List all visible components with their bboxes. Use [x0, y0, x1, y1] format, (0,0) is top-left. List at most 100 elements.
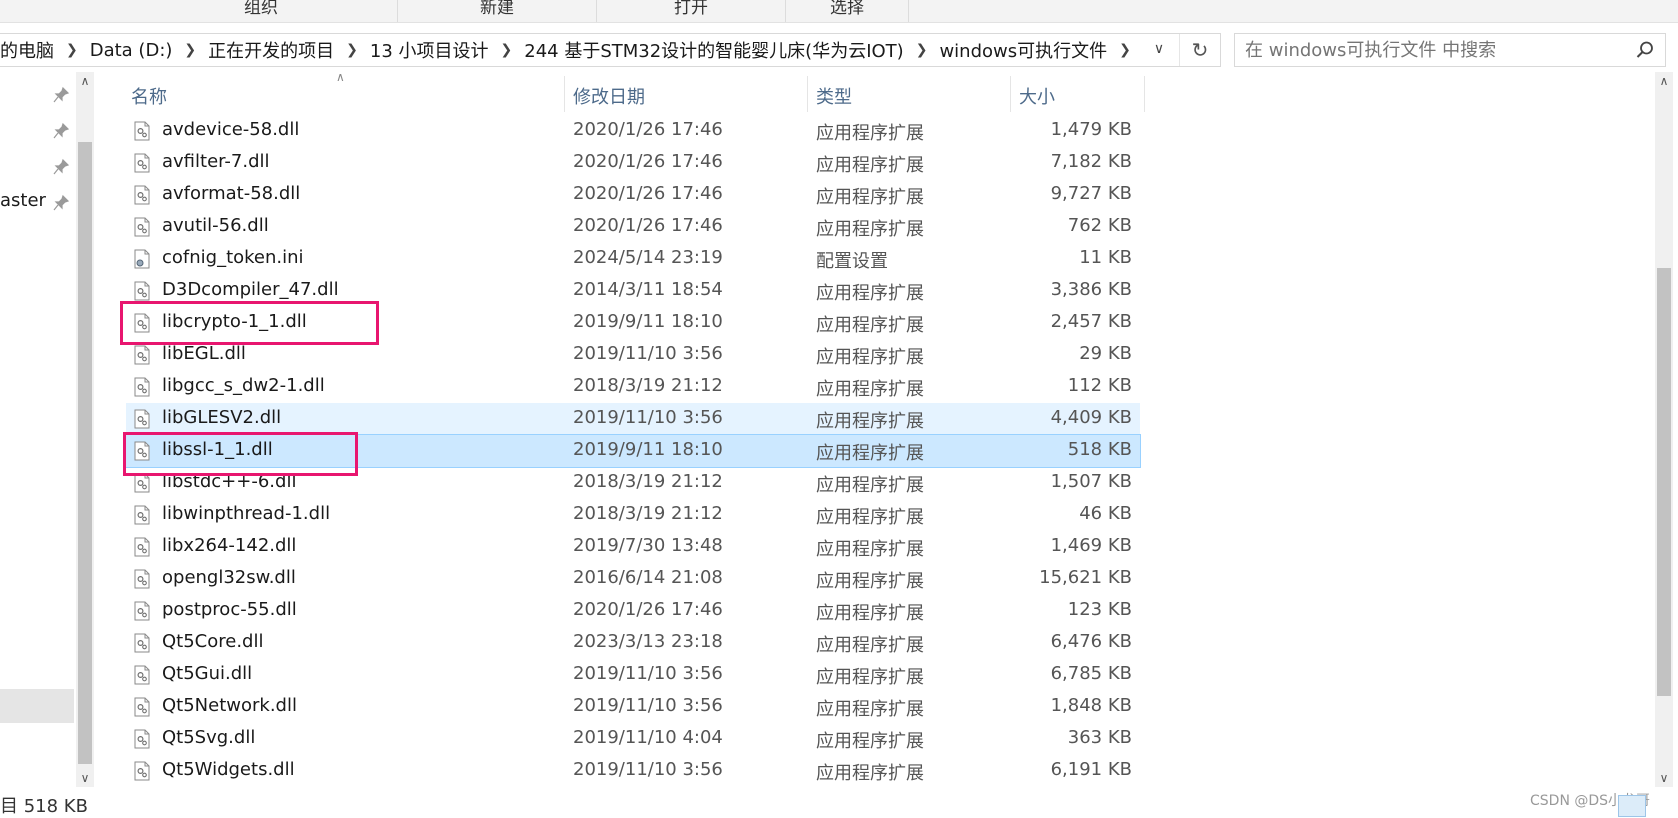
- column-divider[interactable]: [564, 76, 565, 112]
- file-row[interactable]: avdevice-58.dll 2020/1/26 17:46 应用程序扩展 1,47…: [126, 115, 1140, 147]
- breadcrumb-item[interactable]: 的电脑: [0, 37, 54, 63]
- file-type: 应用程序扩展: [816, 123, 924, 144]
- file-type: 应用程序扩展: [816, 475, 924, 496]
- search-icon[interactable]: [1635, 40, 1655, 60]
- dll-file-icon: [134, 665, 150, 685]
- file-row[interactable]: Qt5Widgets.dll 2019/11/10 3:56 应用程序扩展 6,191…: [126, 755, 1140, 787]
- file-row[interactable]: avformat-58.dll 2020/1/26 17:46 应用程序扩展 9,72…: [126, 179, 1140, 211]
- file-row[interactable]: cofnig_token.ini 2024/5/14 23:19 配置设置 11 KB: [126, 243, 1140, 275]
- column-header-date[interactable]: 修改日期: [573, 80, 645, 112]
- file-name: avdevice-58.dll: [162, 119, 300, 140]
- chevron-down-icon[interactable]: ∨: [1150, 40, 1168, 58]
- file-date: 2020/1/26 17:46: [573, 151, 723, 172]
- file-size: 112 KB: [1067, 375, 1132, 396]
- pin-icon[interactable]: [52, 86, 70, 104]
- scrollbar-thumb[interactable]: [78, 142, 92, 764]
- file-date: 2019/11/10 3:56: [573, 695, 723, 716]
- scroll-down-icon[interactable]: ∨: [76, 769, 94, 787]
- file-row[interactable]: libGLESV2.dll 2019/11/10 3:56 应用程序扩展 4,409 …: [126, 403, 1140, 435]
- file-size: 123 KB: [1067, 599, 1132, 620]
- column-divider[interactable]: [1010, 76, 1011, 112]
- dll-file-icon: [134, 217, 150, 237]
- column-header-label: 类型: [816, 87, 852, 108]
- breadcrumb-item[interactable]: Data (D:): [90, 40, 173, 61]
- ribbon-group-select[interactable]: 选择: [786, 0, 909, 22]
- pin-icon[interactable]: [52, 158, 70, 176]
- file-size: 46 KB: [1079, 503, 1132, 524]
- ribbon-group-open[interactable]: 打开: [597, 0, 786, 22]
- file-row[interactable]: postproc-55.dll 2020/1/26 17:46 应用程序扩展 123 …: [126, 595, 1140, 627]
- file-size: 15,621 KB: [1039, 567, 1132, 588]
- file-row[interactable]: libx264-142.dll 2019/7/30 13:48 应用程序扩展 1,46…: [126, 531, 1140, 563]
- breadcrumb-item[interactable]: 正在开发的项目: [208, 37, 334, 63]
- dll-file-icon: [134, 537, 150, 557]
- file-size: 6,476 KB: [1050, 631, 1132, 652]
- chevron-right-icon[interactable]: ❯: [501, 42, 513, 58]
- file-date: 2020/1/26 17:46: [573, 183, 723, 204]
- file-type: 应用程序扩展: [816, 219, 924, 240]
- file-row[interactable]: avfilter-7.dll 2020/1/26 17:46 应用程序扩展 7,182…: [126, 147, 1140, 179]
- chevron-right-icon[interactable]: ❯: [1119, 42, 1131, 58]
- pin-icon[interactable]: [52, 122, 70, 140]
- file-row[interactable]: Qt5Svg.dll 2019/11/10 4:04 应用程序扩展 363 KB: [126, 723, 1140, 755]
- chevron-right-icon[interactable]: ❯: [184, 42, 196, 58]
- file-name: libwinpthread-1.dll: [162, 503, 331, 524]
- status-selected-size: 目 518 KB: [0, 796, 88, 817]
- chevron-right-icon[interactable]: ❯: [66, 42, 78, 58]
- file-row[interactable]: Qt5Gui.dll 2019/11/10 3:56 应用程序扩展 6,785 KB: [126, 659, 1140, 691]
- column-divider[interactable]: [1144, 76, 1145, 112]
- file-date: 2024/5/14 23:19: [573, 247, 723, 268]
- file-type: 应用程序扩展: [816, 699, 924, 720]
- column-header-type[interactable]: 类型: [816, 80, 852, 112]
- search-box[interactable]: [1234, 33, 1666, 67]
- file-row[interactable]: libwinpthread-1.dll 2018/3/19 21:12 应用程序扩展…: [126, 499, 1140, 531]
- scroll-up-icon[interactable]: ∧: [76, 72, 94, 90]
- breadcrumb-item[interactable]: 13 小项目设计: [370, 37, 489, 63]
- dll-file-icon: [134, 185, 150, 205]
- file-row[interactable]: avutil-56.dll 2020/1/26 17:46 应用程序扩展 762 KB: [126, 211, 1140, 243]
- file-date: 2014/3/11 18:54: [573, 279, 723, 300]
- nav-selected-item[interactable]: [0, 689, 74, 723]
- file-size: 6,785 KB: [1050, 663, 1132, 684]
- file-row[interactable]: Qt5Network.dll 2019/11/10 3:56 应用程序扩展 1,848…: [126, 691, 1140, 723]
- column-header-label: 大小: [1019, 87, 1055, 108]
- nav-item-label[interactable]: aster: [0, 190, 46, 211]
- ribbon-group-new[interactable]: 新建: [398, 0, 597, 22]
- scroll-up-icon[interactable]: ∧: [1655, 72, 1673, 90]
- file-date: 2023/3/13 23:18: [573, 631, 723, 652]
- file-type: 应用程序扩展: [816, 443, 924, 464]
- address-bar[interactable]: 的电脑 ❯ Data (D:) ❯ 正在开发的项目 ❯ 13 小项目设计 ❯ 2…: [0, 33, 1221, 67]
- file-name: D3Dcompiler_47.dll: [162, 279, 339, 300]
- file-row[interactable]: opengl32sw.dll 2016/6/14 21:08 应用程序扩展 15,62…: [126, 563, 1140, 595]
- refresh-button[interactable]: ↻: [1179, 34, 1220, 66]
- ribbon-group-organize[interactable]: 组织: [125, 0, 398, 22]
- column-divider[interactable]: [807, 76, 808, 112]
- file-date: 2016/6/14 21:08: [573, 567, 723, 588]
- dll-file-icon: [134, 345, 150, 365]
- file-size: 363 KB: [1067, 727, 1132, 748]
- dll-file-icon: [134, 697, 150, 717]
- file-row[interactable]: libgcc_s_dw2-1.dll 2018/3/19 21:12 应用程序扩展 1…: [126, 371, 1140, 403]
- breadcrumb-item[interactable]: 244 基于STM32设计的智能婴儿床(华为云IOT): [524, 37, 903, 63]
- scrollbar-thumb[interactable]: [1657, 268, 1671, 696]
- scroll-down-icon[interactable]: ∨: [1655, 769, 1673, 787]
- file-list-scrollbar[interactable]: ∧ ∨: [1655, 72, 1673, 787]
- pin-icon[interactable]: [52, 194, 70, 212]
- file-size: 11 KB: [1079, 247, 1132, 268]
- file-date: 2019/11/10 3:56: [573, 663, 723, 684]
- file-date: 2019/7/30 13:48: [573, 535, 723, 556]
- file-name: opengl32sw.dll: [162, 567, 296, 588]
- details-view-button[interactable]: [1618, 795, 1646, 817]
- file-size: 1,469 KB: [1050, 535, 1132, 556]
- file-type: 应用程序扩展: [816, 635, 924, 656]
- search-input[interactable]: [1243, 38, 1617, 62]
- column-header-size[interactable]: 大小: [1019, 80, 1055, 112]
- file-row[interactable]: Qt5Core.dll 2023/3/13 23:18 应用程序扩展 6,476 KB: [126, 627, 1140, 659]
- chevron-right-icon[interactable]: ❯: [346, 42, 358, 58]
- file-name: avutil-56.dll: [162, 215, 269, 236]
- file-size: 518 KB: [1067, 439, 1132, 460]
- breadcrumb-item[interactable]: windows可执行文件: [939, 37, 1107, 63]
- column-header-name[interactable]: 名称: [131, 80, 167, 112]
- chevron-right-icon[interactable]: ❯: [916, 42, 928, 58]
- nav-scrollbar[interactable]: ∧ ∨: [76, 72, 94, 787]
